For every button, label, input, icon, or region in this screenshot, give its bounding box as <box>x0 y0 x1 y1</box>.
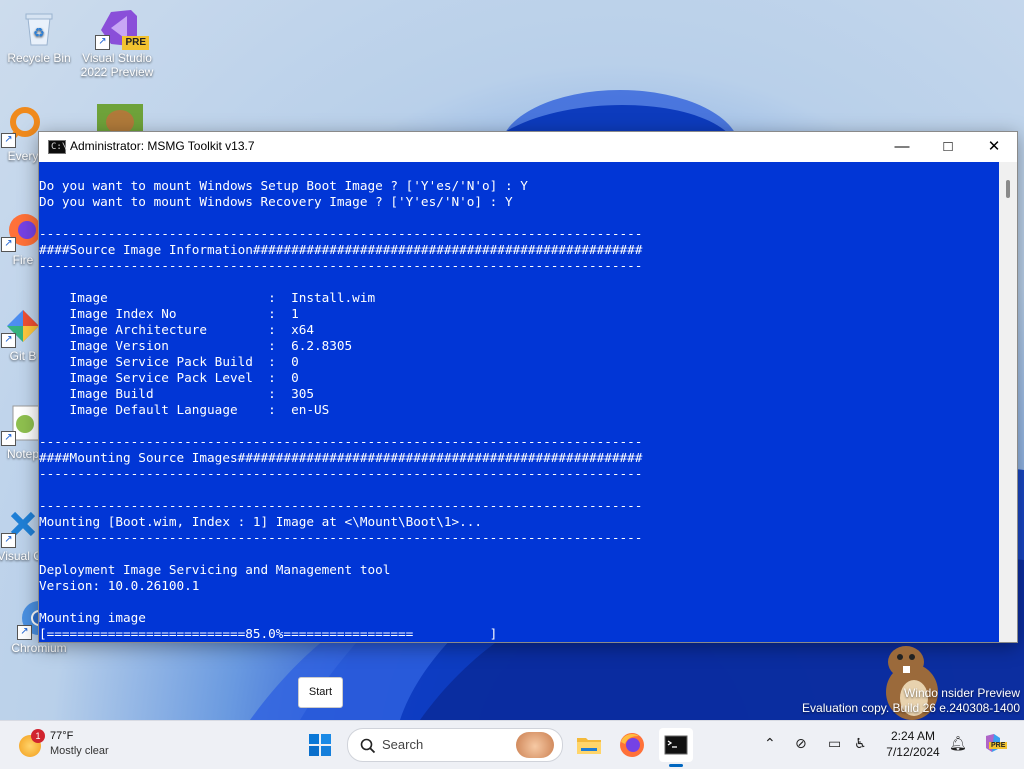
visual-studio-icon: PRE ↗ <box>95 8 149 50</box>
clock-date: 7/12/2024 <box>886 745 940 759</box>
clock-time: 2:24 AM <box>890 729 936 743</box>
windows-logo-icon <box>309 734 331 756</box>
console-scrollbar[interactable] <box>999 162 1017 642</box>
console-line: [==========================85.0%========… <box>39 626 498 641</box>
shortcut-arrow-icon: ↗ <box>1 431 16 446</box>
console-app-icon: C:\ <box>48 140 67 154</box>
copilot-icon[interactable]: PRE <box>982 732 1008 754</box>
desktop-icon-visual-studio[interactable]: PRE ↗ Visual Studio 2022 Preview <box>78 8 156 79</box>
pre-badge: PRE <box>122 36 149 50</box>
folder-icon <box>577 738 601 754</box>
taskbar-clock[interactable]: 2:24 AM 7/12/2024 <box>878 728 948 760</box>
terminal-icon <box>664 735 688 755</box>
running-indicator <box>669 764 683 767</box>
console-line: Mounting image <box>39 610 146 625</box>
desktop-icon-label: Notep <box>6 447 40 461</box>
window-title: Administrator: MSMG Toolkit v13.7 <box>70 139 255 153</box>
shortcut-arrow-icon: ↗ <box>95 35 110 50</box>
desktop-icon-label: Recycle Bin <box>7 51 71 65</box>
copilot-pre-badge: PRE <box>989 742 1008 749</box>
console-output[interactable]: Do you want to mount Windows Setup Boot … <box>39 162 999 642</box>
shortcut-arrow-icon: ↗ <box>17 625 32 640</box>
close-icon: ✕ <box>987 138 1001 155</box>
desktop-icon-label: Chromium <box>11 641 67 655</box>
console-line: Image : Install.wim <box>39 290 376 305</box>
notepad-plus-icon: ↗ <box>1 404 43 446</box>
desktop-icon-label: Visual Studio 2022 Preview <box>80 51 154 79</box>
console-line: Image Default Language : en-US <box>39 402 330 417</box>
console-line: ----------------------------------------… <box>39 434 643 449</box>
console-line: Image Index No : 1 <box>39 306 299 321</box>
console-line: Do you want to mount Windows Setup Boot … <box>39 178 528 193</box>
console-line: ----------------------------------------… <box>39 466 643 481</box>
search-icon <box>360 738 376 754</box>
firefox-icon <box>620 733 644 757</box>
start-button[interactable] <box>304 729 336 761</box>
evaluation-watermark: Windo nsider Preview Evaluation copy. Bu… <box>802 686 1020 716</box>
desktop-icon-label: Fire <box>12 253 34 267</box>
minimize-button[interactable]: — <box>879 132 925 162</box>
git-bash-icon: ↗ <box>1 306 43 348</box>
console-line: Image Service Pack Build : 0 <box>39 354 299 369</box>
svg-text:♻: ♻ <box>33 25 45 40</box>
weather-temperature: 77°F <box>50 730 74 742</box>
display-icon[interactable]: ▭ <box>828 735 841 752</box>
desktop-icon-label: Every <box>7 149 39 163</box>
minimize-icon: — <box>894 138 910 155</box>
close-button[interactable]: ✕ <box>971 132 1017 162</box>
shortcut-arrow-icon: ↗ <box>1 237 16 252</box>
shortcut-arrow-icon: ↗ <box>1 333 16 348</box>
notification-badge: 1 <box>31 729 45 743</box>
watermark-line-2: Evaluation copy. Build 26 e.240308-1400 <box>802 701 1020 715</box>
firefox-icon: ↗ <box>1 210 43 252</box>
taskbar-search-box[interactable]: Search <box>347 728 563 762</box>
search-highlight-shell-icon <box>516 732 554 758</box>
console-window[interactable]: C:\ Administrator: MSMG Toolkit v13.7 — … <box>38 131 1018 643</box>
taskbar-console[interactable] <box>659 728 693 767</box>
console-line: ----------------------------------------… <box>39 258 643 273</box>
console-line: Mounting [Boot.wim, Index : 1] Image at … <box>39 514 483 529</box>
window-titlebar[interactable]: C:\ Administrator: MSMG Toolkit v13.7 — … <box>39 132 1017 162</box>
everything-search-icon: ↗ <box>1 106 43 148</box>
search-label: Search <box>382 737 424 752</box>
desktop-icon-recycle-bin[interactable]: ♻ Recycle Bin <box>0 8 78 65</box>
vscode-icon: ↗ <box>1 506 43 548</box>
accessibility-icon[interactable]: ♿ <box>854 735 867 752</box>
console-text: Do you want to mount Windows Setup Boot … <box>39 162 999 642</box>
taskbar-firefox[interactable] <box>615 728 649 762</box>
console-line: Image Build : 305 <box>39 386 314 401</box>
show-hidden-icons-chevron-icon[interactable]: ⌃ <box>764 735 776 752</box>
recycle-bin-icon: ♻ <box>19 8 59 48</box>
shortcut-arrow-icon: ↗ <box>1 133 16 148</box>
console-line: ####Mounting Source Images##############… <box>39 450 643 465</box>
desktop-icon-label: Git B <box>9 349 37 363</box>
start-tooltip: Start <box>298 677 343 708</box>
console-line: ----------------------------------------… <box>39 530 643 545</box>
taskbar: 1 77°F Mostly clear Search ⌃ ⊘ ▭ ♿ 2:24 … <box>0 720 1024 769</box>
notifications-bell-icon[interactable]: 🔔︎ <box>949 735 967 752</box>
shortcut-arrow-icon: ↗ <box>1 533 16 548</box>
console-line: Do you want to mount Windows Recovery Im… <box>39 194 513 209</box>
console-line: Image Version : 6.2.8305 <box>39 338 353 353</box>
weather-widget[interactable]: 1 77°F Mostly clear <box>14 727 124 763</box>
maximize-icon: □ <box>943 138 953 155</box>
console-line: Deployment Image Servicing and Managemen… <box>39 562 391 577</box>
console-line: ----------------------------------------… <box>39 498 643 513</box>
console-line: Image Architecture : x64 <box>39 322 314 337</box>
weather-condition: Mostly clear <box>50 745 109 757</box>
console-line: Image Service Pack Level : 0 <box>39 370 299 385</box>
taskbar-file-explorer[interactable] <box>572 728 606 762</box>
watermark-line-1: Windo nsider Preview <box>903 686 1020 700</box>
network-disconnected-icon[interactable]: ⊘ <box>795 735 807 752</box>
scrollbar-thumb[interactable] <box>1006 180 1010 198</box>
console-line: ####Source Image Information############… <box>39 242 643 257</box>
console-line: Version: 10.0.26100.1 <box>39 578 200 593</box>
console-line: ----------------------------------------… <box>39 226 643 241</box>
maximize-button[interactable]: □ <box>925 132 971 162</box>
